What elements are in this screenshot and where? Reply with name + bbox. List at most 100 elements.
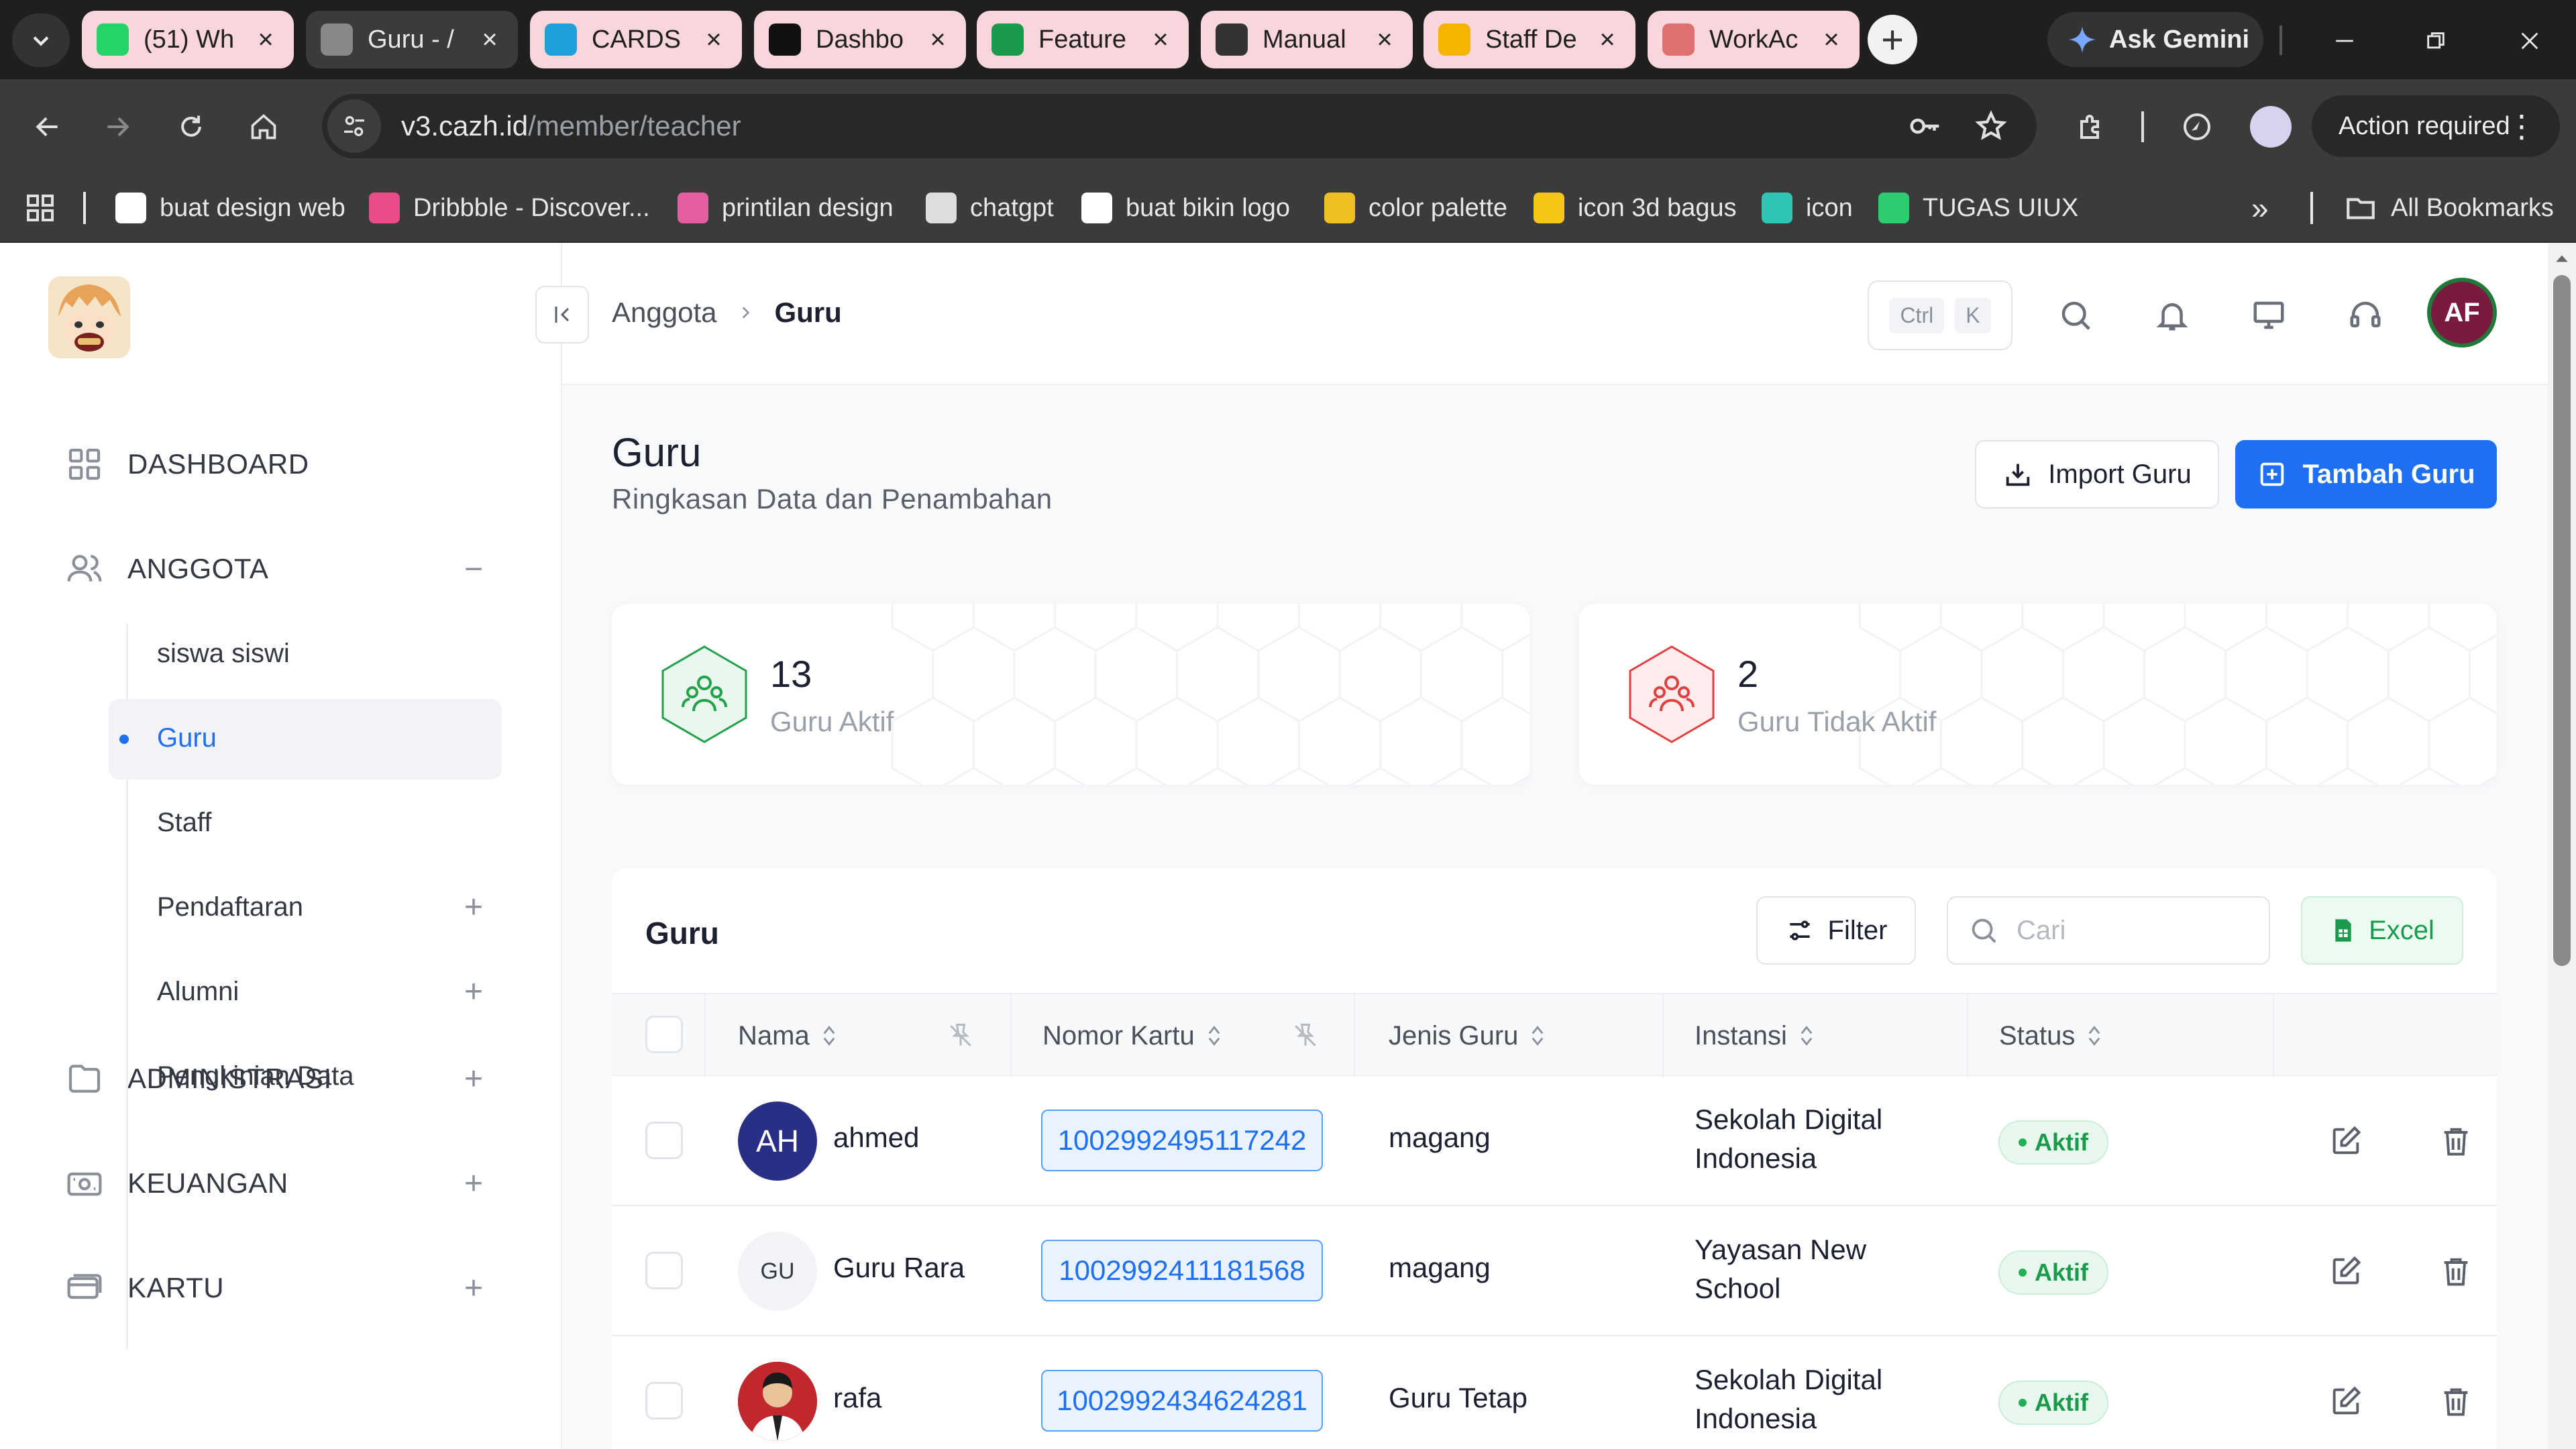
unpin-icon[interactable]	[1291, 1021, 1320, 1051]
search-input[interactable]	[2017, 915, 2258, 946]
column-header-nomor-kartu[interactable]: Nomor Kartu	[1042, 994, 1222, 1077]
cell-nomor-kartu[interactable]: 1002992411181568	[1041, 1240, 1323, 1301]
app-logo[interactable]	[48, 276, 130, 358]
bookmark-item[interactable]: buat bikin logo	[1081, 191, 1290, 225]
close-tab-icon[interactable]: ×	[1818, 25, 1845, 55]
bookmark-item[interactable]: chatgpt	[926, 191, 1054, 225]
address-bar[interactable]: v3.cazh.id/member/teacher	[322, 94, 2037, 158]
close-tab-icon[interactable]: ×	[1594, 25, 1621, 55]
sidebar-subitem-guru[interactable]: Guru	[157, 718, 217, 758]
reload-button[interactable]	[168, 103, 215, 150]
filter-button[interactable]: Filter	[1756, 896, 1916, 965]
row-checkbox[interactable]	[645, 1252, 683, 1289]
close-tab-icon[interactable]: ×	[476, 25, 503, 55]
sidebar-subitem-staff[interactable]: Staff	[157, 802, 212, 843]
browser-tab[interactable]: Guru - / ×	[306, 11, 518, 68]
command-palette-shortcut[interactable]: Ctrl K	[1868, 280, 2012, 350]
trash-icon[interactable]	[2436, 1382, 2475, 1421]
close-tab-icon[interactable]: ×	[1147, 25, 1174, 55]
new-tab-button[interactable]: +	[1868, 15, 1917, 64]
restore-button[interactable]	[2412, 17, 2459, 64]
bookmark-item[interactable]: Dribbble - Discover...	[369, 191, 650, 225]
sidebar-subitem-siswa-siswi[interactable]: siswa siswi	[157, 633, 290, 674]
browser-tab[interactable]: Feature ×	[977, 11, 1189, 68]
edit-icon[interactable]	[2326, 1122, 2365, 1161]
breadcrumb-anggota[interactable]: Anggota	[612, 297, 716, 329]
bookmark-item[interactable]: printilan design	[678, 191, 894, 225]
browser-tab[interactable]: CARDS ×	[530, 11, 742, 68]
extensions-button[interactable]	[2068, 103, 2114, 150]
expand-icon[interactable]: +	[460, 890, 487, 925]
sidebar-subitem-pendaftaran[interactable]: Pendaftaran	[157, 887, 303, 927]
expand-icon[interactable]: +	[460, 1271, 487, 1306]
browser-tab[interactable]: Dashbo ×	[754, 11, 966, 68]
row-checkbox[interactable]	[645, 1382, 683, 1419]
forward-button[interactable]	[94, 103, 141, 150]
tab-search-button[interactable]	[12, 13, 70, 67]
sort-icon[interactable]	[822, 1024, 837, 1048]
back-button[interactable]	[24, 103, 71, 150]
browser-tab[interactable]: (51) Wh ×	[82, 11, 294, 68]
sort-icon[interactable]	[1530, 1024, 1545, 1048]
bookmark-item[interactable]: icon	[1762, 191, 1853, 225]
notification-button[interactable]	[2151, 294, 2194, 337]
expand-icon[interactable]: +	[460, 1166, 487, 1201]
scroll-up-arrow[interactable]	[2553, 250, 2571, 267]
select-all-checkbox[interactable]	[645, 1016, 683, 1053]
close-window-button[interactable]	[2506, 17, 2553, 64]
minimize-button[interactable]	[2321, 17, 2368, 64]
user-avatar[interactable]: AF	[2427, 278, 2497, 347]
expand-icon[interactable]: +	[460, 1061, 487, 1097]
bookmark-item[interactable]: TUGAS UIUX	[1878, 191, 2078, 225]
sidebar-subitem-alumni[interactable]: Alumni	[157, 971, 239, 1012]
bookmark-item[interactable]: buat design web	[115, 191, 345, 225]
column-header-jenis-guru[interactable]: Jenis Guru	[1389, 994, 1545, 1077]
performance-button[interactable]	[2174, 103, 2220, 150]
cell-nomor-kartu[interactable]: 1002992495117242	[1041, 1110, 1323, 1171]
row-checkbox[interactable]	[645, 1122, 683, 1159]
password-key-button[interactable]	[1905, 106, 1945, 146]
collapse-icon[interactable]: −	[460, 551, 487, 587]
sidebar-item-kartu[interactable]: KARTU	[64, 1261, 224, 1315]
profile-avatar[interactable]	[2250, 106, 2292, 148]
home-button[interactable]	[240, 103, 287, 150]
import-guru-button[interactable]: Import Guru	[1975, 440, 2219, 508]
unpin-icon[interactable]	[946, 1021, 975, 1051]
cell-nomor-kartu[interactable]: 1002992434624281	[1041, 1370, 1323, 1432]
action-required-button[interactable]: Action required ⋮	[2312, 95, 2560, 157]
browser-tab[interactable]: Manual ×	[1201, 11, 1413, 68]
sidebar-subitem-pengkinian-data[interactable]: Pengkinian Data	[157, 1056, 354, 1096]
bookmark-item[interactable]: color palette	[1324, 191, 1507, 225]
collapse-sidebar-button[interactable]	[535, 286, 589, 343]
excel-export-button[interactable]: Excel	[2301, 896, 2463, 965]
browser-tab[interactable]: WorkAc ×	[1648, 11, 1860, 68]
sidebar-item-dashboard[interactable]: DASHBOARD	[64, 437, 309, 491]
support-button[interactable]	[2344, 294, 2387, 337]
expand-icon[interactable]: +	[460, 974, 487, 1010]
tambah-guru-button[interactable]: Tambah Guru	[2235, 440, 2497, 508]
site-info-button[interactable]	[327, 99, 381, 153]
edit-icon[interactable]	[2326, 1382, 2365, 1421]
bookmark-star-button[interactable]	[1971, 106, 2011, 146]
close-tab-icon[interactable]: ×	[700, 25, 727, 55]
scrollbar-thumb[interactable]	[2553, 275, 2571, 966]
sidebar-item-keuangan[interactable]: KEUANGAN	[64, 1157, 288, 1210]
apps-button[interactable]	[24, 191, 56, 225]
trash-icon[interactable]	[2436, 1252, 2475, 1291]
sort-icon[interactable]	[1799, 1024, 1814, 1048]
close-tab-icon[interactable]: ×	[924, 25, 951, 55]
column-header-instansi[interactable]: Instansi	[1695, 994, 1814, 1077]
search-button[interactable]	[2054, 294, 2097, 337]
browser-tab[interactable]: Staff De ×	[1424, 11, 1635, 68]
all-bookmarks-button[interactable]: All Bookmarks	[2344, 191, 2554, 225]
close-tab-icon[interactable]: ×	[1371, 25, 1398, 55]
close-tab-icon[interactable]: ×	[252, 25, 279, 55]
sort-icon[interactable]	[1207, 1024, 1222, 1048]
edit-icon[interactable]	[2326, 1252, 2365, 1291]
trash-icon[interactable]	[2436, 1122, 2475, 1161]
column-header-status[interactable]: Status	[1999, 994, 2102, 1077]
sidebar-item-anggota[interactable]: ANGGOTA	[64, 542, 268, 596]
sort-icon[interactable]	[2087, 1024, 2102, 1048]
column-header-nama[interactable]: Nama	[738, 994, 837, 1077]
monitor-button[interactable]	[2247, 294, 2290, 337]
